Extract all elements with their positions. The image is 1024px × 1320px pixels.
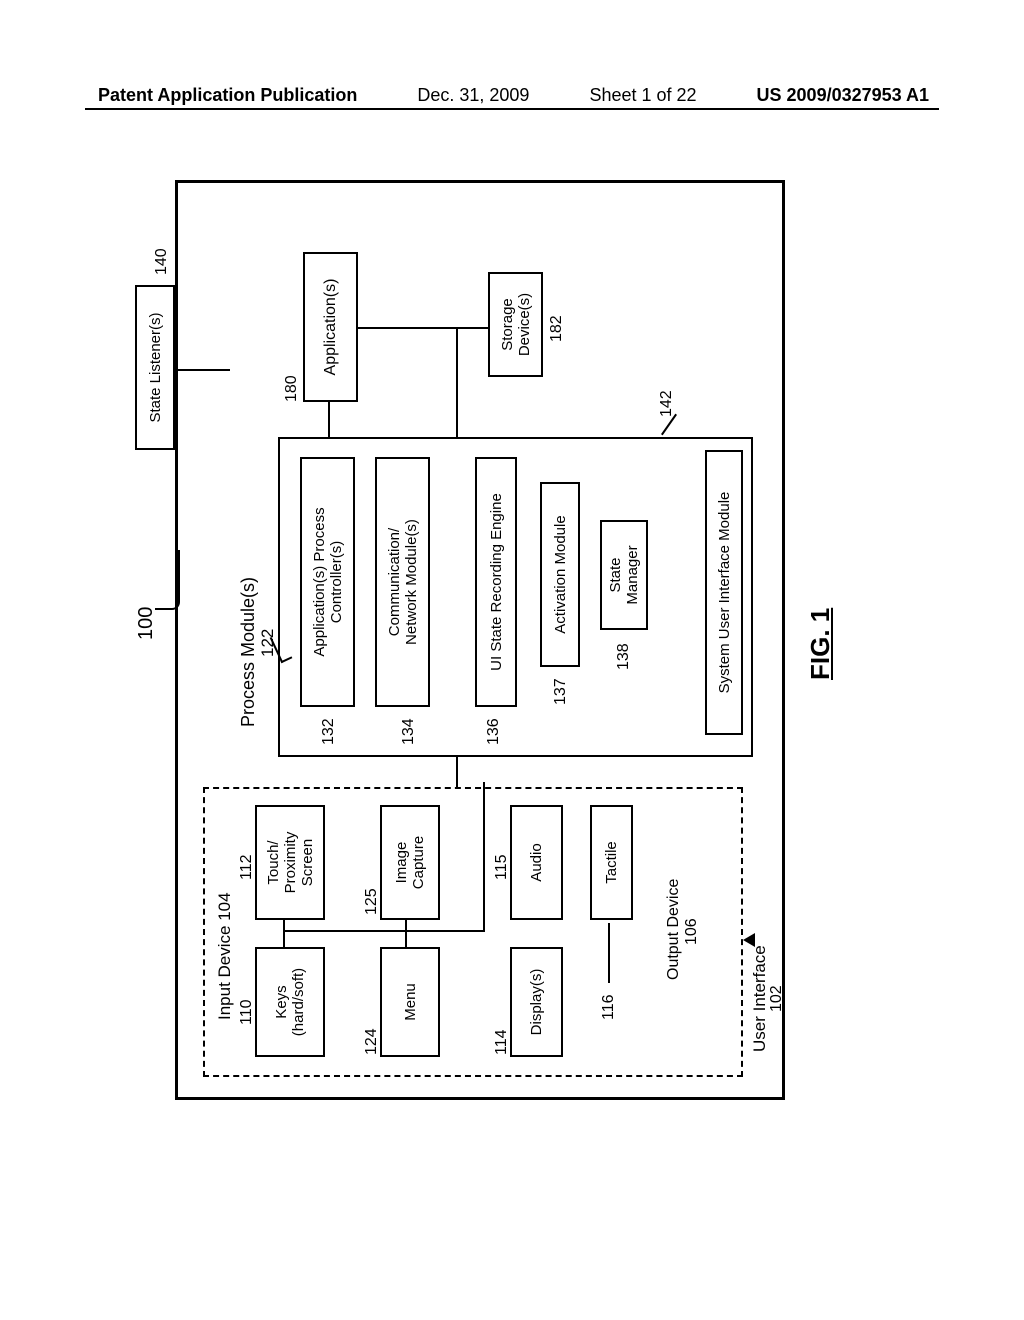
displays-box: Display(s) (510, 947, 563, 1057)
ref-140: 140 (153, 248, 171, 275)
image-capture-box: Image Capture (380, 805, 440, 920)
diagram-container: 100 State Listener(s) 140 Input Device 1… (5, 260, 1005, 1040)
ui-state-recording-label: UI State Recording Engine (488, 493, 505, 671)
output-device-label: Output Device (665, 879, 683, 980)
header-divider (85, 108, 939, 110)
activation-module-label: Activation Module (552, 515, 569, 633)
activation-module-box: Activation Module (540, 482, 580, 667)
state-listeners-label: State Listener(s) (147, 312, 164, 422)
process-modules-title: Process Module(s) (238, 577, 259, 727)
system-ui-module-label: System User Interface Module (716, 492, 733, 694)
output-device-text: Output Device (665, 879, 682, 980)
conn-ui-pm (456, 757, 458, 787)
touch-label: Touch/ Proximity Screen (265, 832, 316, 894)
process-modules-box: Application(s) Process Controller(s) 132… (278, 437, 753, 757)
ui-hm2 (405, 918, 407, 932)
menu-label: Menu (402, 983, 419, 1021)
ref-125: 125 (363, 888, 381, 915)
ui-hm1 (405, 930, 407, 947)
sheet-number: Sheet 1 of 22 (589, 85, 696, 106)
keys-label: Keys (hard/soft) (273, 968, 307, 1036)
state-manager-box: State Manager (600, 520, 648, 630)
tactile-label: Tactile (603, 841, 620, 884)
page-header: Patent Application Publication Dec. 31, … (0, 85, 1024, 106)
comm-network-label: Communication/ Network Module(s) (386, 519, 420, 645)
conn-pm-apps (328, 402, 330, 437)
ref-112: 112 (238, 854, 256, 880)
ui-hk2 (283, 918, 285, 932)
storage-label: Storage Device(s) (499, 293, 533, 356)
ref-137: 137 (552, 678, 570, 705)
touch-proximity-box: Touch/ Proximity Screen (255, 805, 325, 920)
ui-vconn (283, 930, 483, 932)
pub-date: Dec. 31, 2009 (417, 85, 529, 106)
ref-136: 136 (485, 718, 503, 745)
system-ui-module-box: System User Interface Module (705, 450, 743, 735)
input-device-title: Input Device 104 (215, 892, 235, 1020)
tactile-box: Tactile (590, 805, 633, 920)
ref-142: 142 (658, 390, 676, 417)
ui-state-recording-box: UI State Recording Engine (475, 457, 517, 707)
system-box: Input Device 104 Keys (hard/soft) 110 To… (175, 180, 785, 1100)
state-listeners-box: State Listener(s) (135, 285, 175, 450)
lead-116 (608, 923, 610, 983)
ref-182: 182 (548, 315, 566, 342)
ref-180: 180 (283, 375, 301, 402)
image-capture-label: Image Capture (393, 836, 427, 889)
ref-138: 138 (615, 643, 633, 670)
ref-106: 106 (683, 918, 701, 945)
user-interface-group: Input Device 104 Keys (hard/soft) 110 To… (203, 787, 743, 1077)
conn-bus-storage (456, 327, 490, 329)
conn-pm-bus (456, 327, 458, 437)
pub-number: US 2009/0327953 A1 (757, 85, 929, 106)
ref-116: 116 (600, 994, 618, 1020)
app-process-controller-box: Application(s) Process Controller(s) (300, 457, 355, 707)
storage-box: Storage Device(s) (488, 272, 543, 377)
ui-hk1 (283, 930, 285, 947)
comm-network-box: Communication/ Network Module(s) (375, 457, 430, 707)
ref-110: 110 (238, 999, 256, 1025)
conn-apps-down (358, 327, 458, 329)
ref-132: 132 (320, 718, 338, 745)
ref-124: 124 (363, 1028, 381, 1055)
figure-page: 100 State Listener(s) 140 Input Device 1… (105, 150, 885, 1150)
applications-box: Application(s) (303, 252, 358, 402)
ref-102: 102 (768, 985, 786, 1012)
ref-134: 134 (400, 718, 418, 745)
displays-label: Display(s) (528, 969, 545, 1036)
audio-label: Audio (528, 843, 545, 881)
keys-box: Keys (hard/soft) (255, 947, 325, 1057)
app-process-controller-label: Application(s) Process Controller(s) (311, 507, 345, 656)
pub-label: Patent Application Publication (98, 85, 357, 106)
audio-box: Audio (510, 805, 563, 920)
arrow-102 (743, 933, 755, 947)
ref-114: 114 (493, 1029, 511, 1055)
user-interface-label: User Interface (750, 945, 770, 1052)
applications-label: Application(s) (322, 279, 340, 376)
ref-115: 115 (493, 854, 511, 880)
ui-out-h (483, 782, 485, 932)
ref-100: 100 (135, 607, 158, 640)
state-manager-label: State Manager (607, 545, 641, 604)
user-interface-text: User Interface (750, 945, 769, 1052)
menu-box: Menu (380, 947, 440, 1057)
figure-label: FIG. 1 (805, 608, 836, 680)
